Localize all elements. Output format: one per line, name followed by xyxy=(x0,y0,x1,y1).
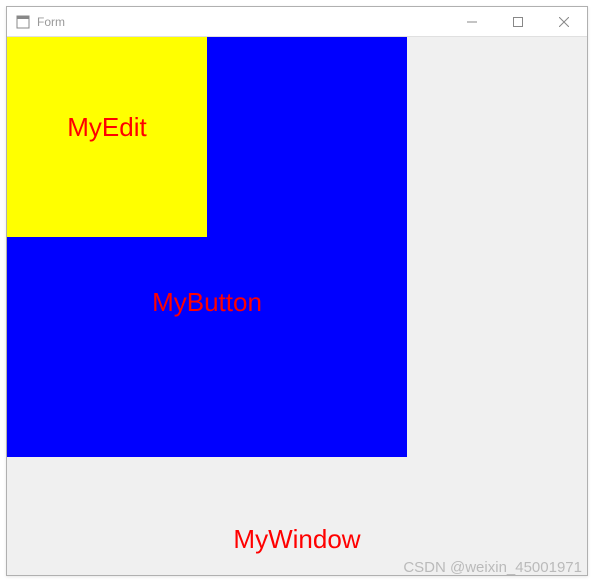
my-window-label: MyWindow xyxy=(233,524,360,555)
minimize-button[interactable] xyxy=(449,7,495,36)
my-edit-label: MyEdit xyxy=(67,112,146,143)
app-icon xyxy=(15,14,31,30)
my-edit-widget[interactable]: MyEdit xyxy=(7,37,207,237)
my-button-label: MyButton xyxy=(152,287,262,318)
window-title: Form xyxy=(37,15,449,29)
close-button[interactable] xyxy=(541,7,587,36)
app-window: Form MyWindow MyButton MyEdit xyxy=(6,6,588,576)
maximize-button[interactable] xyxy=(495,7,541,36)
titlebar: Form xyxy=(7,7,587,37)
window-controls xyxy=(449,7,587,36)
client-area: MyWindow MyButton MyEdit xyxy=(7,37,587,575)
